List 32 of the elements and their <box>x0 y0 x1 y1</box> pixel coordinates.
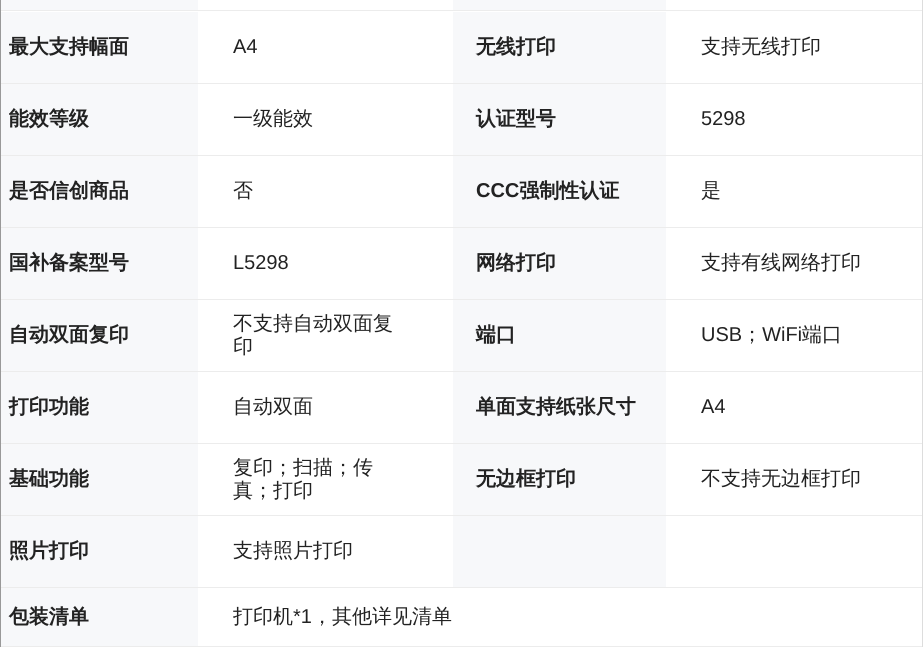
spec-label: 网络打印 <box>476 252 556 275</box>
spec-value: L5298 <box>233 252 289 275</box>
spec-value: 支持有线网络打印 <box>701 252 861 275</box>
spec-value: A4 <box>701 396 726 419</box>
spec-value: 自动双面 <box>233 396 313 419</box>
spec-value: 打印机*1，其他详见清单 <box>233 606 452 628</box>
spec-value: 一级能效 <box>233 108 313 131</box>
spec-label: 无边框打印 <box>476 468 576 491</box>
spec-value: 5298 <box>701 108 746 131</box>
spec-value: 不支持无边框打印 <box>701 468 861 491</box>
spec-value: 支持无线打印 <box>701 36 821 59</box>
spec-value: 支持照片打印 <box>233 540 353 563</box>
spec-value: USB；WiFi端口 <box>701 324 842 347</box>
spec-value: 复印；扫描；传真；打印 <box>233 456 374 502</box>
spec-label: 自动双面复印 <box>9 324 129 347</box>
spec-label: 是否信创商品 <box>9 180 129 203</box>
spec-label: 认证型号 <box>476 108 556 131</box>
spec-label: 无线打印 <box>476 36 556 59</box>
spec-label: CCC强制性认证 <box>476 180 620 203</box>
spec-value: A4 <box>233 36 258 59</box>
spec-label: 最大支持幅面 <box>9 36 129 59</box>
spec-label: 基础功能 <box>9 468 89 491</box>
spec-value: 不支持自动双面复印 <box>233 312 394 358</box>
spec-value: 否 <box>233 180 253 203</box>
spec-label: 打印功能 <box>9 396 89 419</box>
spec-label: 国补备案型号 <box>9 252 129 275</box>
spec-value: 是 <box>701 180 721 203</box>
spec-label: 端口 <box>476 324 516 347</box>
spec-label: 能效等级 <box>9 108 89 131</box>
spec-label: 单面支持纸张尺寸 <box>476 396 636 419</box>
spec-label: 照片打印 <box>9 540 89 563</box>
spec-label: 包装清单 <box>9 606 89 628</box>
